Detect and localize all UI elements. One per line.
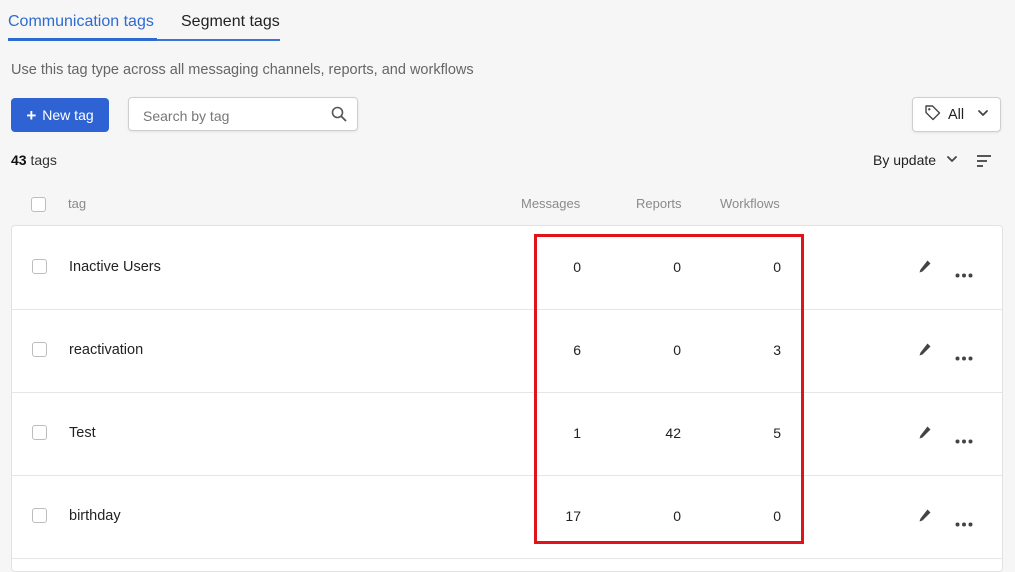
- sort-icon[interactable]: [976, 154, 992, 173]
- table-row[interactable]: birthday 17 0 0: [12, 475, 1002, 559]
- pencil-icon[interactable]: [918, 342, 932, 363]
- column-header-reports: Reports: [636, 196, 682, 211]
- sort-dropdown[interactable]: By update: [873, 152, 958, 168]
- search-input[interactable]: [141, 105, 325, 127]
- more-icon[interactable]: [955, 265, 973, 283]
- table-row[interactable]: reactivation 6 0 3: [12, 309, 1002, 393]
- row-checkbox[interactable]: [32, 259, 47, 274]
- new-tag-button[interactable]: + New tag: [11, 98, 109, 132]
- sort-label: By update: [873, 152, 937, 168]
- tag-name: reactivation: [69, 342, 144, 358]
- pencil-icon[interactable]: [918, 425, 932, 446]
- select-all-checkbox[interactable]: [31, 197, 46, 212]
- reports-count: 0: [673, 259, 681, 275]
- workflows-count: 0: [773, 508, 781, 524]
- new-tag-label: New tag: [42, 107, 94, 123]
- tag-name: birthday: [69, 508, 121, 524]
- pencil-icon[interactable]: [918, 259, 932, 280]
- search-box: [128, 97, 358, 131]
- pencil-icon[interactable]: [918, 508, 932, 529]
- row-checkbox[interactable]: [32, 342, 47, 357]
- messages-count: 17: [565, 508, 581, 524]
- workflows-count: 5: [773, 425, 781, 441]
- plus-icon: +: [26, 105, 37, 125]
- tag-icon: [924, 104, 941, 125]
- more-icon[interactable]: [955, 514, 973, 532]
- chevron-down-icon: [977, 107, 989, 123]
- tags-table: Inactive Users 0 0 0 reactivation 6 0 3 …: [11, 225, 1003, 572]
- tag-name: Inactive Users: [69, 259, 161, 275]
- page-description: Use this tag type across all messaging c…: [11, 62, 474, 78]
- column-header-messages: Messages: [521, 196, 581, 211]
- table-row[interactable]: Inactive Users 0 0 0: [12, 226, 1002, 310]
- table-row[interactable]: Test 1 42 5: [12, 392, 1002, 476]
- column-header-tag: tag: [68, 196, 87, 211]
- tag-count: 43 tags: [11, 152, 57, 168]
- active-tab-indicator: [8, 38, 157, 41]
- row-checkbox[interactable]: [32, 425, 47, 440]
- workflows-count: 3: [773, 342, 781, 358]
- filter-label: All: [948, 106, 965, 123]
- reports-count: 0: [673, 508, 681, 524]
- messages-count: 6: [573, 342, 581, 358]
- messages-count: 1: [573, 425, 581, 441]
- more-icon[interactable]: [955, 348, 973, 366]
- tag-filter-dropdown[interactable]: All: [912, 97, 1001, 132]
- more-icon[interactable]: [955, 431, 973, 449]
- search-icon[interactable]: [331, 106, 347, 127]
- reports-count: 42: [665, 425, 681, 441]
- workflows-count: 0: [773, 259, 781, 275]
- tag-name: Test: [69, 425, 96, 441]
- reports-count: 0: [673, 342, 681, 358]
- messages-count: 0: [573, 259, 581, 275]
- tag-count-number: 43: [11, 152, 27, 168]
- tab-segment-tags[interactable]: Segment tags: [181, 12, 280, 42]
- tag-count-unit: tags: [30, 152, 57, 168]
- column-header-workflows: Workflows: [720, 196, 780, 211]
- chevron-down-icon: [946, 152, 958, 168]
- row-checkbox[interactable]: [32, 508, 47, 523]
